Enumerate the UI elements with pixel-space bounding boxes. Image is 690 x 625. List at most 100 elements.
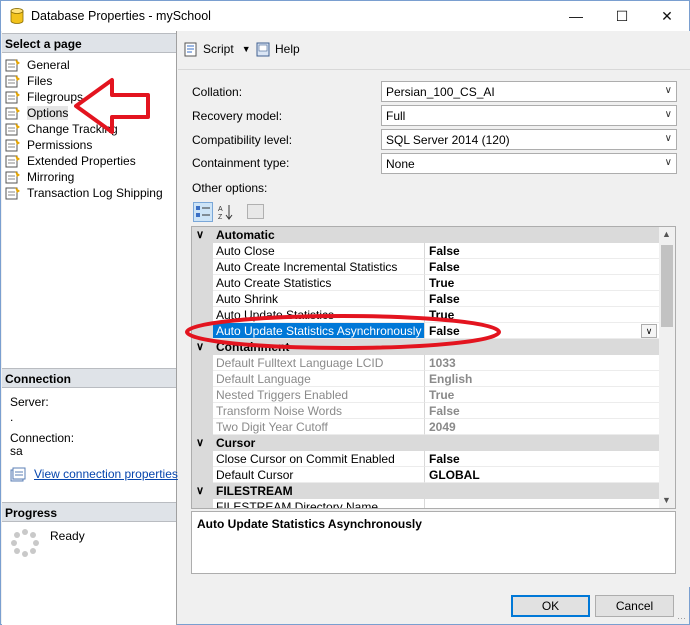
connection-label: Connection: [10, 431, 75, 445]
property-value[interactable]: English [425, 371, 660, 387]
property-pages-icon[interactable] [247, 204, 264, 219]
grid-property-row[interactable]: Default Language English [192, 371, 660, 387]
chevron-down-icon: ∨ [664, 157, 672, 168]
alphabetical-button[interactable]: A Z [217, 203, 235, 221]
property-value[interactable]: True [425, 387, 660, 403]
connection-header: Connection [2, 368, 176, 388]
page-item-filegroups[interactable]: Filegroups [5, 89, 83, 105]
grid-category-cursor[interactable]: ∨ Cursor [192, 435, 660, 451]
page-item-label: Permissions [27, 138, 93, 152]
page-item-extended-properties[interactable]: Extended Properties [5, 153, 136, 169]
property-value[interactable]: False [425, 291, 660, 307]
grid-property-row[interactable]: Default Cursor GLOBAL [192, 467, 660, 483]
svg-text:Z: Z [218, 214, 223, 221]
server-label: Server: [10, 395, 49, 409]
grid-property-row[interactable]: Close Cursor on Commit Enabled False [192, 451, 660, 467]
grid-category-filestream[interactable]: ∨ FILESTREAM [192, 483, 660, 499]
grid-property-row[interactable]: Auto Create Statistics True [192, 275, 660, 291]
grid-property-row[interactable]: Auto Create Incremental Statistics False [192, 259, 660, 275]
page-item-general[interactable]: General [5, 57, 70, 73]
grid-property-row[interactable]: Auto Close False [192, 243, 660, 259]
property-name: Default Language [213, 371, 425, 387]
property-name: Default Cursor [213, 467, 425, 483]
grid-gutter [192, 467, 213, 483]
page-item-permissions[interactable]: Permissions [5, 137, 92, 153]
scroll-up-icon[interactable]: ▲ [662, 229, 671, 239]
minimize-button[interactable]: — [553, 1, 599, 31]
property-name: Nested Triggers Enabled [213, 387, 425, 403]
grid-category-label: Containment [216, 340, 290, 354]
property-value[interactable]: True [425, 275, 660, 291]
scroll-down-icon[interactable]: ▼ [662, 495, 671, 505]
recovery-model-value: Full [386, 109, 406, 123]
progress-header: Progress [2, 502, 176, 522]
grid-property-row[interactable]: FILESTREAM Directory Name [192, 499, 660, 508]
page-item-files[interactable]: Files [5, 73, 52, 89]
grid-property-row[interactable]: Transform Noise Words False [192, 403, 660, 419]
view-connection-properties-link[interactable]: View connection properties [34, 467, 178, 481]
collapse-chevron-icon[interactable]: ∨ [196, 228, 210, 241]
collapse-chevron-icon[interactable]: ∨ [196, 340, 210, 353]
containment-type-dropdown[interactable]: None ∨ [381, 153, 677, 174]
property-name: Default Fulltext Language LCID [213, 355, 425, 371]
property-value[interactable]: False [425, 259, 660, 275]
grid-gutter [192, 371, 213, 387]
page-wrench-icon [5, 123, 20, 136]
property-value[interactable]: GLOBAL [425, 467, 660, 483]
property-value[interactable]: False [425, 323, 660, 339]
grid-property-row[interactable]: Auto Shrink False [192, 291, 660, 307]
page-item-transaction-log-shipping[interactable]: Transaction Log Shipping [5, 185, 163, 201]
collapse-chevron-icon[interactable]: ∨ [196, 484, 210, 497]
property-value[interactable]: 1033 [425, 355, 660, 371]
grid-gutter [192, 307, 213, 323]
close-button[interactable]: ✕ [644, 1, 690, 31]
script-label: Script [203, 42, 234, 56]
containment-type-label: Containment type: [192, 156, 290, 170]
grid-gutter [192, 451, 213, 467]
grid-property-row[interactable]: Auto Update Statistics Asynchronously Fal… [192, 323, 660, 339]
help-button[interactable]: Help [255, 40, 300, 58]
cancel-button[interactable]: Cancel [595, 595, 674, 617]
grid-gutter [192, 419, 213, 435]
property-name: Two Digit Year Cutoff [213, 419, 425, 435]
grid-property-row[interactable]: Nested Triggers Enabled True [192, 387, 660, 403]
page-item-label: Transaction Log Shipping [27, 186, 163, 200]
grid-property-row[interactable]: Default Fulltext Language LCID 1033 [192, 355, 660, 371]
progress-status: Ready [50, 529, 85, 543]
grid-scrollbar[interactable]: ▲ ▼ [659, 227, 675, 508]
property-value[interactable]: True [425, 307, 660, 323]
script-button[interactable]: Script ▼ [183, 40, 251, 58]
collation-dropdown[interactable]: Persian_100_CS_AI ∨ [381, 81, 677, 102]
page-item-label: General [27, 58, 70, 72]
property-grid: ∨ Automatic Auto Close False Auto Create Inc… [191, 226, 676, 509]
page-item-options[interactable]: Options [5, 105, 69, 121]
database-properties-window: Database Properties - mySchool — ☐ ✕ Sel… [0, 0, 690, 625]
page-wrench-icon [5, 187, 20, 200]
chevron-down-icon[interactable]: ∨ [641, 324, 657, 338]
ok-button[interactable]: OK [511, 595, 590, 617]
resize-grip-icon[interactable]: ⋯ [677, 613, 686, 624]
grid-gutter [192, 275, 213, 291]
property-value[interactable] [425, 499, 660, 508]
property-value[interactable]: False [425, 243, 660, 259]
grid-property-row[interactable]: Two Digit Year Cutoff 2049 [192, 419, 660, 435]
property-value[interactable]: False [425, 451, 660, 467]
property-value[interactable]: 2049 [425, 419, 660, 435]
page-item-change-tracking[interactable]: Change Tracking [5, 121, 118, 137]
grid-category-containment[interactable]: ∨ Containment [192, 339, 660, 355]
compatibility-level-dropdown[interactable]: SQL Server 2014 (120) ∨ [381, 129, 677, 150]
chevron-down-icon[interactable]: ▼ [242, 44, 251, 54]
categorized-button[interactable] [193, 202, 213, 222]
property-value[interactable]: False [425, 403, 660, 419]
grid-gutter [192, 499, 213, 508]
server-value: . [10, 410, 14, 424]
collapse-chevron-icon[interactable]: ∨ [196, 436, 210, 449]
grid-category-automatic[interactable]: ∨ Automatic [192, 227, 660, 243]
page-item-mirroring[interactable]: Mirroring [5, 169, 74, 185]
recovery-model-dropdown[interactable]: Full ∨ [381, 105, 677, 126]
property-name: Transform Noise Words [213, 403, 425, 419]
grid-property-row[interactable]: Auto Update Statistics True [192, 307, 660, 323]
scrollbar-thumb[interactable] [661, 245, 673, 327]
maximize-button[interactable]: ☐ [599, 1, 645, 31]
property-name: Auto Close [213, 243, 425, 259]
